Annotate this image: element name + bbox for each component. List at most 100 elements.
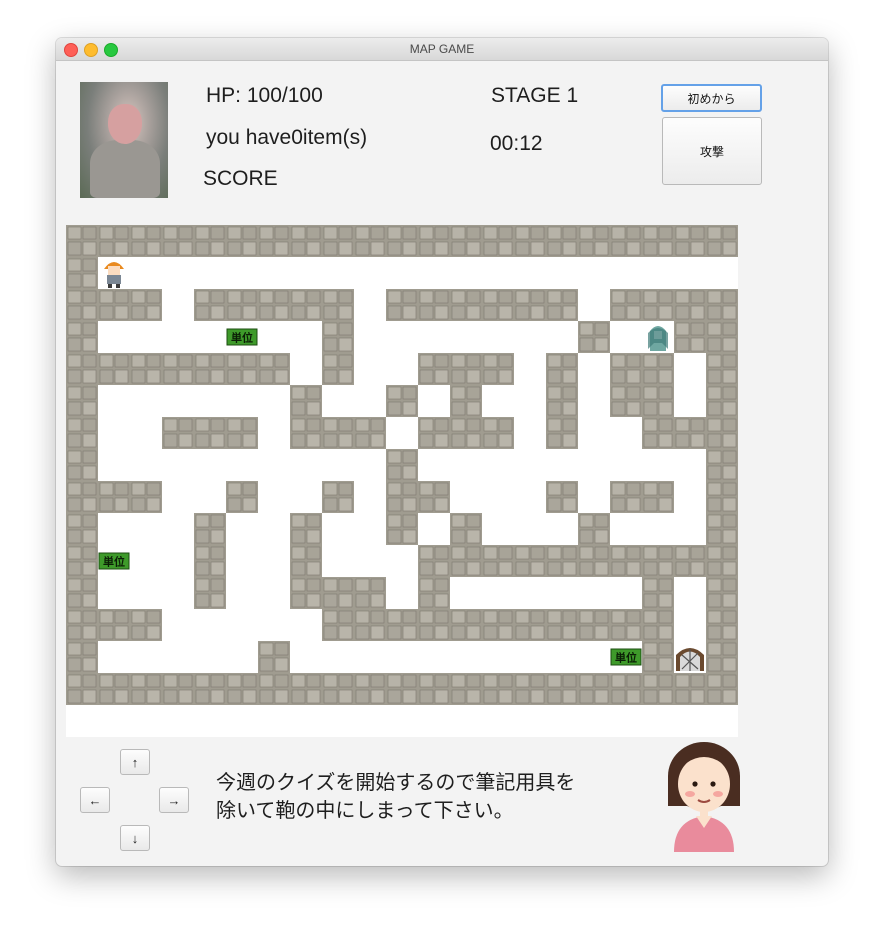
wall-tile [546,353,578,385]
credit-item-label: 単位 [615,651,637,665]
wall-tile [418,417,450,449]
wall-tile [194,673,226,705]
wall-tile [290,225,322,257]
wall-tile [130,353,162,385]
wall-tile [642,417,674,449]
wall-tile [706,321,738,353]
wall-tile [226,481,258,513]
wall-tile [706,641,738,673]
wall-tile [642,289,674,321]
wall-tile [706,577,738,609]
wall-tile [322,289,354,321]
wall-tile [226,417,258,449]
wall-tile [354,609,386,641]
wall-tile [514,673,546,705]
wall-tile [226,225,258,257]
wall-tile [642,609,674,641]
wall-tile [578,513,610,545]
wall-tile [98,289,130,321]
wall-tile [546,481,578,513]
wall-tile [610,385,642,417]
message-line-1: 今週のクイズを開始するので筆記用具を [216,772,576,794]
message-line-2: 除いて鞄の中にしまって下さい。 [216,800,514,822]
score-label: SCORE [203,167,278,190]
wall-tile [130,225,162,257]
wall-tile [610,353,642,385]
wall-tile [386,609,418,641]
wall-tile [578,673,610,705]
wall-tile [194,417,226,449]
wall-tile [706,449,738,481]
wall-tile [482,609,514,641]
wall-tile [546,545,578,577]
goal-door [676,648,704,671]
wall-tile [610,673,642,705]
wall-tile [450,513,482,545]
wall-tile [642,577,674,609]
wall-tile [418,481,450,513]
wall-tile [290,385,322,417]
wall-tile [258,289,290,321]
wall-tile [642,225,674,257]
wall-tile [418,545,450,577]
wall-tile [66,257,98,289]
wall-tile [674,545,706,577]
stage-label: STAGE 1 [491,84,579,107]
wall-tile [386,289,418,321]
wall-tile [418,225,450,257]
wall-tile [642,353,674,385]
wall-tile [706,545,738,577]
move-left-button[interactable]: ← [80,787,110,813]
wall-tile [226,673,258,705]
wall-tile [706,385,738,417]
move-up-button[interactable]: ↑ [120,749,150,775]
wall-tile [322,481,354,513]
wall-tile [450,385,482,417]
wall-tile [354,417,386,449]
monkey-portrait [80,82,168,198]
game-window: MAP GAME HP: 100/100 you have0item(s) SC… [56,38,828,866]
wall-tile [514,609,546,641]
wall-tile [290,417,322,449]
wall-tile [98,481,130,513]
wall-tile [386,449,418,481]
move-right-button[interactable]: → [159,787,189,813]
teacher-illustration [668,742,740,852]
wall-tile [706,289,738,321]
move-down-button[interactable]: ↓ [120,825,150,851]
wall-tile [322,321,354,353]
wall-tile [290,513,322,545]
wall-tile [290,577,322,609]
wall-tile [578,321,610,353]
wall-tile [258,353,290,385]
wall-tile [546,385,578,417]
restart-button[interactable]: 初めから [661,84,762,112]
wall-tile [226,353,258,385]
timer-label: 00:12 [490,132,543,155]
wall-tile [258,225,290,257]
wall-tile [578,225,610,257]
wall-tile [706,513,738,545]
wall-tile [386,513,418,545]
wall-tile [66,545,98,577]
wall-tile [322,225,354,257]
wall-tile [194,545,226,577]
attack-button[interactable]: 攻撃 [662,117,762,185]
wall-tile [674,289,706,321]
wall-tile [450,417,482,449]
wall-tile [354,673,386,705]
window-title: MAP GAME [409,42,475,56]
wall-tile [162,353,194,385]
wall-tile [66,417,98,449]
wall-tile [98,609,130,641]
wall-tile [642,385,674,417]
wall-tile [450,289,482,321]
wall-tile [66,577,98,609]
wall-tile [386,481,418,513]
credit-item-label: 単位 [103,555,125,569]
wall-tile [226,289,258,321]
wall-tile [450,353,482,385]
wall-tile [482,353,514,385]
wall-tile [482,225,514,257]
wall-tile [514,289,546,321]
